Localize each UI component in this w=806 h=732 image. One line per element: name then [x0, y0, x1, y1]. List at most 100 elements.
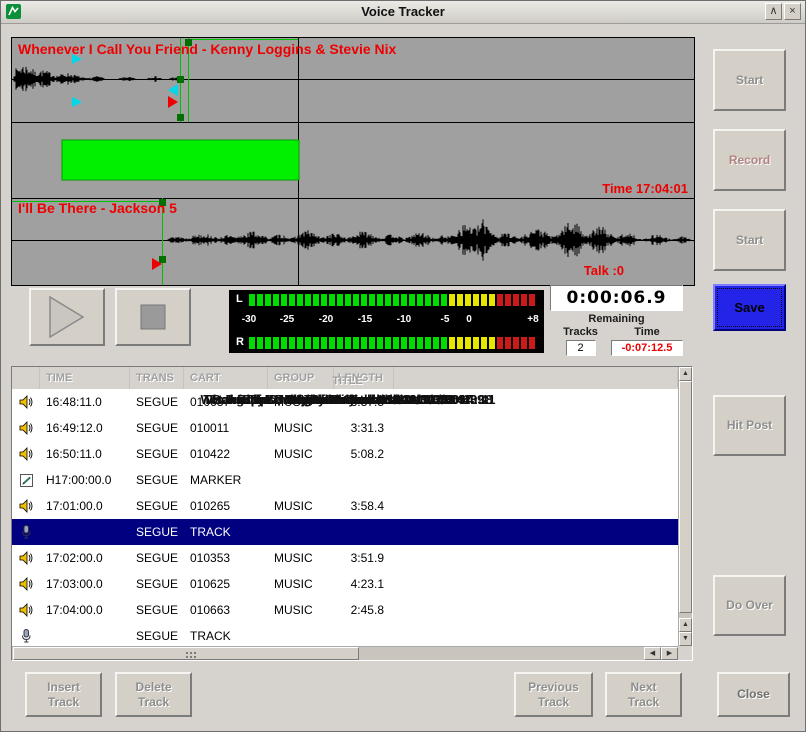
table-row[interactable]: 17:03:00.0SEGUE010625MUSIC4:23.1Total Ec… — [12, 571, 678, 597]
scroll-down-button[interactable]: ▼ — [679, 632, 692, 646]
vertical-scroll-thumb[interactable] — [679, 381, 692, 613]
row-group: MUSIC — [268, 421, 334, 435]
meter-scale-label: +8 — [527, 314, 538, 325]
elapsed-time-display: 0:00:06.9 — [550, 285, 683, 311]
play-icon — [49, 296, 85, 338]
row-trans: SEGUE — [130, 577, 184, 591]
meter-right-row — [249, 337, 541, 349]
track1-title: Whenever I Call You Friend - Kenny Loggi… — [18, 41, 396, 57]
track1-end-marker[interactable] — [168, 96, 178, 108]
track2-waveform — [168, 219, 690, 260]
track2-title: I'll Be There - Jackson 5 — [18, 200, 177, 216]
row-time: 17:01:00.0 — [40, 499, 130, 513]
meter-scale-label: -30 — [242, 314, 256, 325]
row-title: Voice Track — [12, 392, 678, 407]
table-row[interactable]: 17:02:00.0SEGUE010353MUSIC3:51.9I'll Be … — [12, 545, 678, 571]
delete-track-button[interactable]: Delete Track — [115, 672, 192, 717]
row-trans: SEGUE — [130, 473, 184, 487]
audio-level-meter: L -30-25-20-15-10-50+8 R — [229, 290, 544, 353]
remaining-panel: Remaining Tracks 2 Time -0:07:12.5 — [550, 313, 683, 356]
table-row[interactable]: 16:49:12.0SEGUE010011MUSIC3:31.3Bang The… — [12, 415, 678, 441]
speaker-icon — [12, 577, 40, 591]
row-trans: SEGUE — [130, 551, 184, 565]
row-trans: SEGUE — [130, 525, 184, 539]
hit-post-button[interactable]: Hit Post — [713, 395, 786, 456]
horizontal-scrollbar[interactable]: ◀ ▶ — [12, 646, 678, 660]
track1-fade-marker[interactable] — [168, 84, 178, 96]
track2-handle-bottom[interactable] — [159, 256, 166, 263]
track1-handle-mid[interactable] — [177, 76, 184, 83]
table-row[interactable]: H17:00:00.0SEGUEMARKERLegal ID Goes Here — [12, 467, 678, 493]
log-table: TIMETRANSCARTGROUPLENGTHTITLE 16:48:11.0… — [11, 366, 693, 661]
row-trans: SEGUE — [130, 447, 184, 461]
row-time: H17:00:00.0 — [40, 473, 130, 487]
row-time: 17:03:00.0 — [40, 577, 130, 591]
row-time: 16:49:12.0 — [40, 421, 130, 435]
track1-handle-bottom[interactable] — [177, 114, 184, 121]
insert-track-button[interactable]: Insert Track — [25, 672, 102, 717]
row-cart: 010353 — [184, 551, 268, 565]
row-length: 5:08.2 — [334, 447, 394, 461]
waveform-panel[interactable]: Whenever I Call You Friend - Kenny Loggi… — [11, 37, 695, 286]
close-button[interactable]: Close — [717, 672, 790, 717]
table-row[interactable]: 17:01:00.0SEGUE010265MUSIC3:58.4Whenever… — [12, 493, 678, 519]
vertical-scrollbar[interactable]: ▲ ▲ ▼ — [678, 367, 692, 646]
meter-right-label: R — [236, 336, 244, 348]
track1-cue-marker-bottom[interactable] — [72, 97, 82, 107]
table-row[interactable]: 16:50:11.0SEGUE010422MUSIC5:08.2Space Od… — [12, 441, 678, 467]
titlebar[interactable]: Voice Tracker ∧ × — [1, 1, 805, 24]
row-cart: MARKER — [184, 473, 268, 487]
close-window-button[interactable]: × — [784, 3, 801, 20]
record-button[interactable]: Record — [713, 129, 786, 191]
scroll-left-button[interactable]: ◀ — [644, 647, 661, 660]
row-cart: 010265 — [184, 499, 268, 513]
play-button[interactable] — [29, 288, 105, 346]
speaker-icon — [12, 447, 40, 461]
row-cart: TRACK — [184, 629, 268, 643]
row-trans: SEGUE — [130, 421, 184, 435]
scroll-right-button[interactable]: ▶ — [661, 647, 678, 660]
table-row[interactable]: 17:04:00.0SEGUE010663MUSIC2:45.8Friday O… — [12, 597, 678, 623]
table-row[interactable]: SEGUETRACKVoice Track — [12, 519, 678, 545]
speaker-icon — [12, 603, 40, 617]
meter-scale-label: -25 — [280, 314, 294, 325]
start-button-1[interactable]: Start — [713, 49, 786, 111]
row-time: 17:04:00.0 — [40, 603, 130, 617]
marker-icon — [12, 474, 40, 487]
next-track-button[interactable]: Next Track — [605, 672, 682, 717]
log-table-header: TIMETRANSCARTGROUPLENGTHTITLE — [12, 367, 678, 390]
start-button-2[interactable]: Start — [713, 209, 786, 271]
row-cart: 010663 — [184, 603, 268, 617]
column-header-title[interactable]: TITLE — [12, 370, 678, 387]
scroll-up-button-2[interactable]: ▲ — [679, 618, 692, 632]
stop-icon — [140, 304, 166, 330]
remaining-label: Remaining — [550, 313, 683, 325]
voice-track-region[interactable] — [62, 140, 299, 180]
remaining-tracks-value: 2 — [566, 340, 596, 356]
row-group: MUSIC — [268, 577, 334, 591]
row-length: 4:23.1 — [334, 577, 394, 591]
save-button[interactable]: Save — [713, 284, 786, 331]
waveform-canvas — [12, 38, 694, 285]
speaker-icon — [12, 551, 40, 565]
horizontal-scroll-thumb[interactable] — [13, 647, 359, 660]
meter-left-label: L — [236, 293, 243, 305]
row-trans: SEGUE — [130, 603, 184, 617]
stop-button[interactable] — [115, 288, 191, 346]
speaker-icon — [12, 421, 40, 435]
row-time: 17:02:00.0 — [40, 551, 130, 565]
row-cart: 010011 — [184, 421, 268, 435]
row-group: MUSIC — [268, 447, 334, 461]
scroll-up-button[interactable]: ▲ — [679, 367, 692, 381]
do-over-button[interactable]: Do Over — [713, 575, 786, 636]
previous-track-button[interactable]: Previous Track — [514, 672, 593, 717]
row-group: MUSIC — [268, 603, 334, 617]
table-row[interactable]: SEGUETRACKVoice Track — [12, 623, 678, 646]
row-length: 2:45.8 — [334, 603, 394, 617]
remaining-time-label: Time — [611, 326, 683, 338]
current-time-label: Time 17:04:01 — [602, 181, 688, 196]
row-length: 3:31.3 — [334, 421, 394, 435]
log-table-body: 16:48:11.0SEGUE010687MUSIC3:37.5Jumpin' … — [12, 389, 678, 646]
maximize-button[interactable]: ∧ — [765, 3, 782, 20]
meter-scale: -30-25-20-15-10-50+8 — [229, 314, 544, 328]
